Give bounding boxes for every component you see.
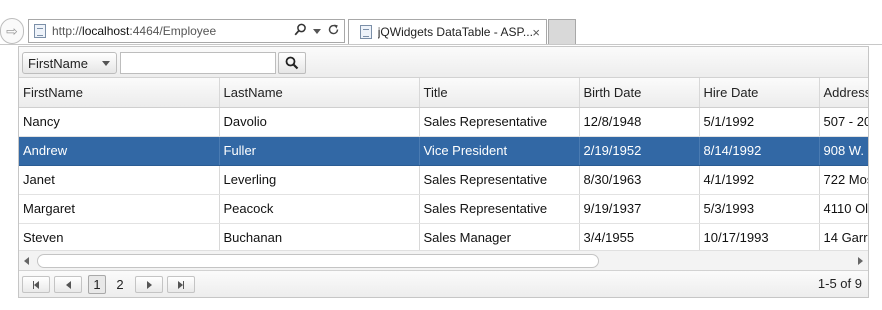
table-cell[interactable]: Fuller	[219, 136, 420, 166]
scroll-right-icon[interactable]	[858, 257, 863, 265]
data-table: FirstName FirstName LastName Title Birth Da…	[18, 46, 869, 298]
horizontal-scrollbar[interactable]	[19, 250, 868, 270]
tab-page-icon	[360, 25, 372, 39]
url-path: :4464/Employee	[129, 24, 217, 38]
page-number-2[interactable]: 2	[111, 275, 129, 294]
browser-chrome: ⇨ http://localhost:4464/Employee jQWidge…	[0, 0, 882, 46]
table-toolbar: FirstName	[19, 47, 868, 78]
table-cell[interactable]: Leverling	[219, 165, 420, 195]
table-cell[interactable]: 4110 Old Redmond Rd.	[819, 194, 868, 224]
chevron-right-icon	[146, 280, 152, 289]
table-cell[interactable]: Buchanan	[219, 223, 420, 250]
search-icon[interactable]	[294, 23, 307, 39]
dropdown-arrow-icon[interactable]	[313, 24, 321, 38]
new-tab-button[interactable]	[548, 19, 576, 44]
table-row[interactable]: Nancy Davolio Sales Representative 12/8/194…	[19, 107, 868, 137]
table-cell[interactable]: Nancy	[19, 107, 220, 137]
table-cell[interactable]: 722 Moss Bay Blvd.	[819, 165, 868, 195]
page-icon	[34, 24, 46, 38]
table-cell[interactable]: 908 W. Capital Way	[819, 136, 868, 166]
table-cell[interactable]: Margaret	[19, 194, 220, 224]
last-page-button[interactable]	[167, 276, 195, 293]
next-page-button[interactable]	[135, 276, 163, 293]
last-page-icon	[183, 280, 184, 289]
chrome-divider	[0, 44, 882, 45]
table-cell[interactable]: 12/8/1948	[579, 107, 700, 137]
url-text[interactable]: http://localhost:4464/Employee	[52, 24, 216, 38]
column-header[interactable]: Hire Date	[699, 78, 820, 108]
table-cell[interactable]: 10/17/1993	[699, 223, 820, 250]
pager-info: 1-5 of 9	[817, 276, 862, 291]
pager: 1 2 1-5 of 9	[19, 270, 868, 297]
header-row: FirstName LastName Title Birth Date Hire Dat…	[19, 78, 868, 108]
column-header[interactable]: Birth Date	[579, 78, 700, 108]
table-cell[interactable]: 5/3/1993	[699, 194, 820, 224]
table-row[interactable]: Janet Leverling Sales Representative 8/30/1…	[19, 165, 868, 195]
refresh-icon[interactable]	[327, 23, 340, 39]
chevron-left-icon	[65, 280, 71, 289]
grid-body: Nancy Davolio Sales Representative 12/8/194…	[19, 107, 868, 250]
column-header[interactable]: FirstName	[19, 78, 220, 108]
address-bar[interactable]: http://localhost:4464/Employee	[28, 19, 345, 43]
scroll-left-icon[interactable]	[24, 257, 29, 265]
column-header[interactable]: LastName	[219, 78, 420, 108]
filter-field-label: FirstName	[28, 55, 88, 71]
table-cell[interactable]: 4/1/1992	[699, 165, 820, 195]
table-row[interactable]: Margaret Peacock Sales Representative 9/19/…	[19, 194, 868, 224]
filter-field-dropdown[interactable]: FirstName	[22, 52, 117, 74]
column-header[interactable]: Title	[419, 78, 580, 108]
grid-viewport: FirstName LastName Title Birth Date Hire Dat…	[19, 78, 868, 250]
table-cell[interactable]: Sales Representative	[419, 107, 580, 137]
first-page-button[interactable]	[22, 276, 50, 293]
browser-tab[interactable]: jQWidgets DataTable - ASP.... ×	[348, 19, 547, 44]
first-page-arrow	[34, 280, 39, 289]
table-cell[interactable]: Andrew	[19, 136, 220, 166]
employee-grid: FirstName LastName Title Birth Date Hire Dat…	[19, 78, 868, 250]
table-cell[interactable]: Sales Representative	[419, 194, 580, 224]
url-host: localhost	[82, 24, 130, 38]
table-cell[interactable]: Peacock	[219, 194, 420, 224]
table-cell[interactable]: Sales Representative	[419, 165, 580, 195]
page-number-1[interactable]: 1	[88, 275, 106, 294]
table-cell[interactable]: 5/1/1992	[699, 107, 820, 137]
close-icon[interactable]: ×	[532, 25, 540, 40]
table-cell[interactable]: Sales Manager	[419, 223, 580, 250]
table-cell[interactable]: 8/14/1992	[699, 136, 820, 166]
table-cell[interactable]: Janet	[19, 165, 220, 195]
tab-title: jQWidgets DataTable - ASP....	[377, 25, 533, 39]
chevron-down-icon	[102, 60, 110, 66]
column-header[interactable]: Address	[819, 78, 868, 108]
table-cell[interactable]: 8/30/1963	[579, 165, 700, 195]
back-arrow-icon[interactable]: ⇨	[0, 18, 24, 44]
table-row[interactable]: Steven Buchanan Sales Manager 3/4/1955 10/17…	[19, 223, 868, 250]
table-cell[interactable]: 14 Garrett Hill	[819, 223, 868, 250]
scrollbar-thumb[interactable]	[37, 254, 599, 268]
table-cell[interactable]: Steven	[19, 223, 220, 250]
search-icon	[285, 56, 299, 70]
table-cell[interactable]: 2/19/1952	[579, 136, 700, 166]
table-cell[interactable]: Davolio	[219, 107, 420, 137]
search-button[interactable]	[278, 52, 306, 74]
prev-page-button[interactable]	[54, 276, 82, 293]
search-input[interactable]	[120, 52, 276, 74]
table-cell[interactable]: Vice President	[419, 136, 580, 166]
table-cell[interactable]: 507 - 20th Ave. E.	[819, 107, 868, 137]
url-scheme: http://	[52, 24, 83, 38]
table-cell[interactable]: 9/19/1937	[579, 194, 700, 224]
address-tools	[294, 23, 344, 39]
table-row[interactable]: Andrew Fuller Vice President 2/19/1952 8/14/…	[19, 136, 868, 166]
table-cell[interactable]: 3/4/1955	[579, 223, 700, 250]
